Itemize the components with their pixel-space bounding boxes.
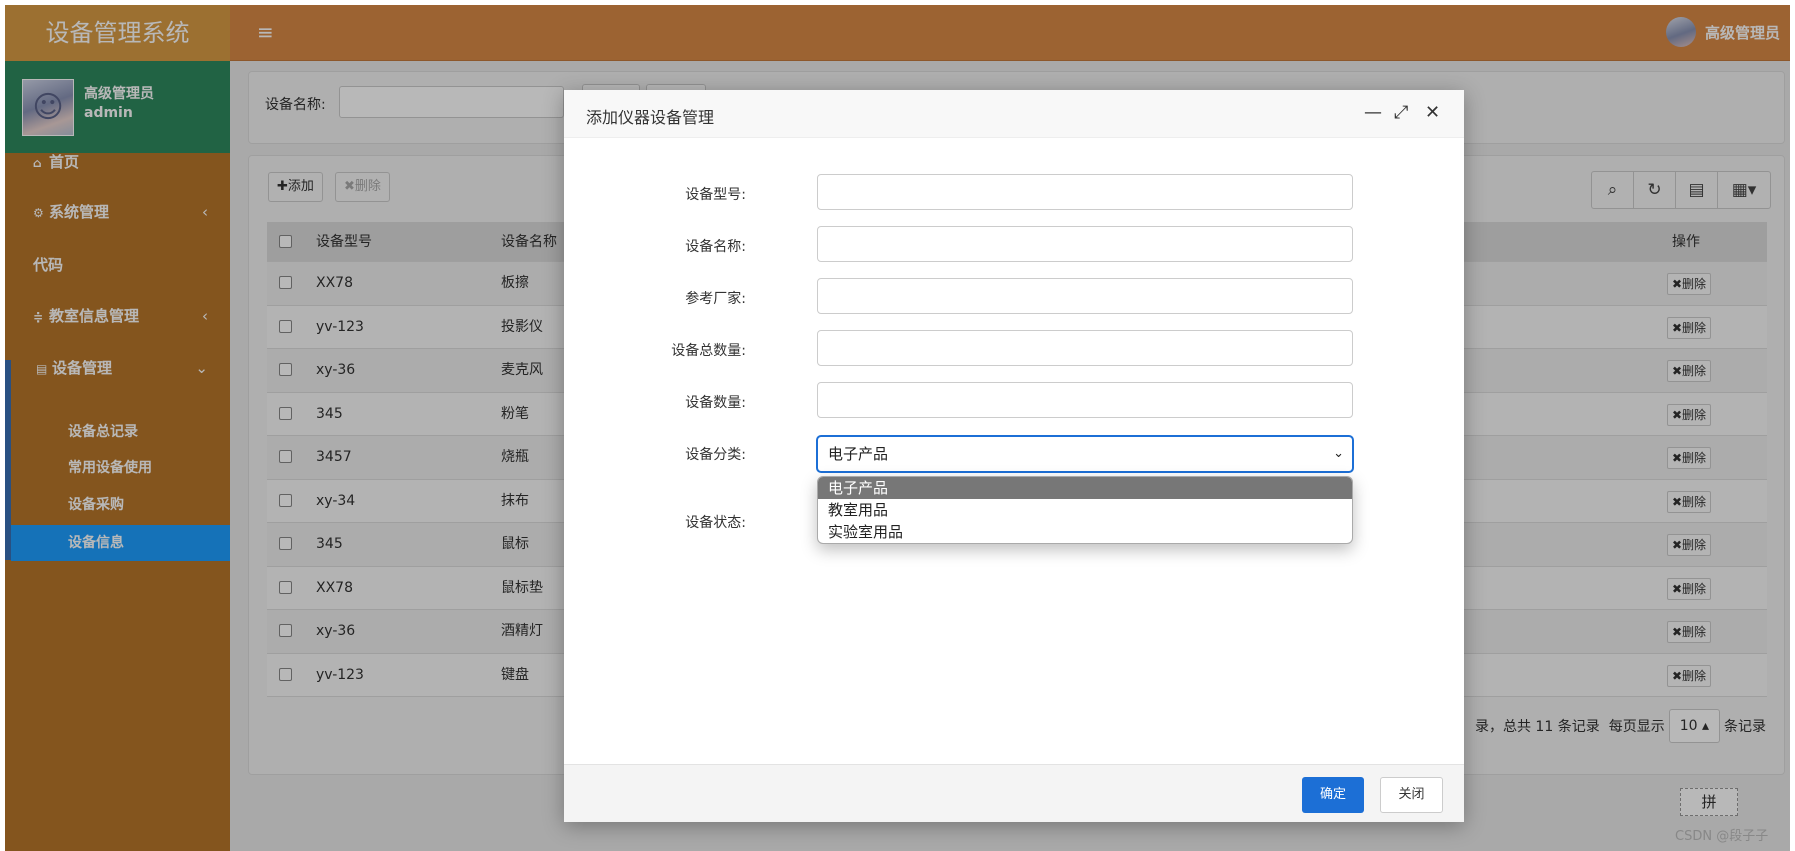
maximize-icon[interactable]: ⤢ [1394,102,1408,123]
add-equipment-dialog: 添加仪器设备管理 — ⤢ ✕ 设备型号: 设备名称: 参考厂家: 设备总数量: … [564,90,1464,822]
field-label-manufacturer: 参考厂家: [685,291,746,307]
field-label-model: 设备型号: [685,187,746,203]
field-label-quantity: 设备数量: [685,395,746,411]
manufacturer-input[interactable] [817,278,1353,314]
category-dropdown: 电子产品 教室用品 实验室用品 [817,476,1353,544]
category-option[interactable]: 电子产品 [818,477,1352,499]
category-option[interactable]: 教室用品 [818,499,1352,521]
category-select[interactable]: 电子产品 ⌄ [817,436,1353,472]
field-label-name: 设备名称: [685,239,746,255]
close-button[interactable]: 关闭 [1380,777,1443,813]
model-input[interactable] [817,174,1353,210]
field-label-status: 设备状态: [685,515,746,531]
dialog-header: 添加仪器设备管理 — ⤢ ✕ [564,90,1464,138]
field-label-category: 设备分类: [685,447,746,463]
name-input[interactable] [817,226,1353,262]
dialog-footer: 确定 关闭 [564,764,1464,822]
watermark: CSDN @段子子 [1675,829,1769,844]
total-quantity-input[interactable] [817,330,1353,366]
dialog-title: 添加仪器设备管理 [586,108,715,127]
category-option[interactable]: 实验室用品 [818,521,1352,543]
app-window: 设备管理系统 ☺ 高级管理员 admin ⌂ 首页 ⚙ 系统管理 ‹ 代码 ≑ 教室信… [5,5,1790,851]
chevron-down-icon: ⌄ [1333,446,1344,461]
field-label-total-quantity: 设备总数量: [671,343,746,359]
category-select-value: 电子产品 [828,445,889,463]
quantity-input[interactable] [817,382,1353,418]
minimize-icon[interactable]: — [1364,102,1382,123]
close-icon[interactable]: ✕ [1425,102,1440,123]
confirm-button[interactable]: 确定 [1302,777,1364,813]
